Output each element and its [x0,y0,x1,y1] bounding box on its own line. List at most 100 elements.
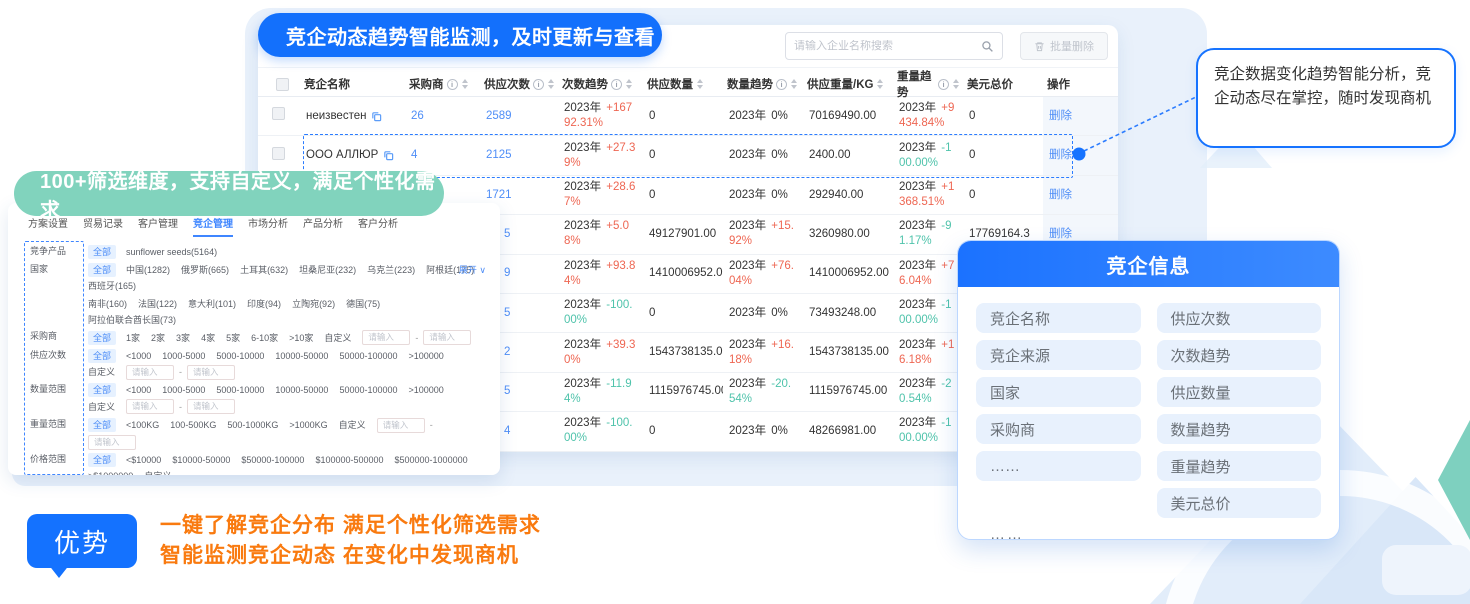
filter-option[interactable]: 2家 [151,331,165,345]
filter-chip-all[interactable]: 全部 [88,383,116,397]
search-icon[interactable] [981,40,994,53]
delete-link[interactable]: 删除 [1049,109,1072,124]
info-icon[interactable]: i [776,79,787,90]
filter-option[interactable]: 10000-50000 [275,349,328,363]
filter-option[interactable]: 立陶宛(92) [292,297,335,311]
filter-option[interactable]: 1000-5000 [162,349,205,363]
filter-option[interactable]: 自定义 [144,469,171,475]
range-input[interactable]: 请输入 [423,330,471,345]
filter-option[interactable]: 5000-10000 [216,383,264,397]
filter-option[interactable]: >100000 [409,349,444,363]
filter-row: 采购商全部1家2家3家4家5家6-10家>10家自定义请输入-请输入 [20,330,488,345]
filter-option[interactable]: 1家 [126,331,140,345]
filter-option[interactable]: 坦桑尼亚(232) [299,263,356,277]
filter-option[interactable]: sunflower seeds(5164) [126,245,217,259]
filter-option[interactable]: 西班牙(165) [88,279,136,293]
cell-qty-trend: 2023年 -20.54% [723,377,803,407]
filter-option[interactable]: $500000-1000000 [395,453,468,467]
filter-option[interactable]: $50000-100000 [241,453,304,467]
filter-option[interactable]: 自定义 [88,400,115,414]
filter-option[interactable]: 100-500KG [170,418,216,432]
filter-option[interactable]: <$10000 [126,453,161,467]
filter-option[interactable]: >100000 [409,383,444,397]
filter-option[interactable]: >1000KG [289,418,327,432]
filter-option[interactable]: 德国(75) [346,297,380,311]
filter-option[interactable]: 3家 [176,331,190,345]
info-fields-left: 竞企名称竞企来源国家采购商…… [976,303,1141,518]
search-input[interactable] [786,40,981,52]
row-checkbox[interactable] [272,147,285,160]
range-input[interactable]: 请输入 [187,365,235,380]
cell-count-trend: 2023年 +5.08% [558,219,643,249]
info-icon[interactable]: i [447,79,458,90]
filter-option[interactable]: 5家 [226,331,240,345]
filter-row: 竞争产品全部sunflower seeds(5164) [20,245,488,259]
sort-icon[interactable] [697,79,703,89]
filter-option[interactable]: 中国(1282) [126,263,170,277]
filter-option[interactable]: 印度(94) [247,297,281,311]
filter-option[interactable]: >$1000000 [88,469,133,475]
filter-chip-all[interactable]: 全部 [88,453,116,467]
filter-option[interactable]: 1000-5000 [162,383,205,397]
filter-option[interactable]: 5000-10000 [216,349,264,363]
filter-option[interactable]: 6-10家 [251,331,278,345]
filter-option[interactable]: <1000 [126,383,151,397]
cell-supply-weight: 70169490.00 [803,109,893,124]
filter-option[interactable]: 自定义 [324,331,351,345]
filter-option[interactable]: $10000-50000 [172,453,230,467]
filter-option[interactable]: 500-1000KG [227,418,278,432]
batch-delete-button[interactable]: 批量删除 [1020,32,1108,60]
filter-chip-all[interactable]: 全部 [88,331,116,345]
filter-option[interactable]: 阿拉伯联合酋长国(73) [88,313,176,327]
row-checkbox[interactable] [272,107,285,120]
filter-option[interactable]: >10家 [289,331,313,345]
trend-year: 2023年 [729,425,769,437]
sort-icon[interactable] [548,79,554,89]
filter-chip-all[interactable]: 全部 [88,245,116,259]
filter-option[interactable]: 10000-50000 [275,383,328,397]
cell-supply-qty: 1543738135.00 [643,345,723,360]
cell-supply-count[interactable]: 2589 [480,109,558,124]
info-icon[interactable]: i [611,79,622,90]
range-input[interactable]: 请输入 [187,399,235,414]
info-icon[interactable]: i [938,79,949,90]
sort-icon[interactable] [953,79,959,89]
filter-option[interactable]: 乌克兰(223) [367,263,415,277]
filter-option[interactable]: 50000-100000 [339,349,397,363]
range-input[interactable]: 请输入 [126,399,174,414]
cell-supply-qty: 0 [643,424,723,439]
sort-icon[interactable] [626,79,632,89]
filter-option[interactable]: $100000-500000 [315,453,383,467]
filter-chip-all[interactable]: 全部 [88,418,116,432]
delete-link[interactable]: 删除 [1049,188,1072,203]
filter-option[interactable]: 自定义 [339,418,366,432]
select-all-checkbox[interactable] [276,78,289,91]
filter-option[interactable]: 南非(160) [88,297,127,311]
column-header-竞企名称: 竞企名称 [300,76,405,92]
filter-option[interactable]: 法国(122) [138,297,177,311]
cell-supply-count[interactable]: 1721 [480,188,558,203]
filter-option[interactable]: 土耳其(632) [240,263,288,277]
trend-year: 2023年 [564,299,604,311]
sort-icon[interactable] [877,79,883,89]
filter-option[interactable]: 50000-100000 [339,383,397,397]
filter-option[interactable]: <100KG [126,418,159,432]
sort-icon[interactable] [462,79,468,89]
filter-chip-all[interactable]: 全部 [88,263,116,277]
copy-icon[interactable] [371,111,382,122]
filter-chip-all[interactable]: 全部 [88,349,116,363]
filter-option[interactable]: 4家 [201,331,215,345]
range-input[interactable]: 请输入 [126,365,174,380]
range-input[interactable]: 请输入 [88,435,136,450]
sort-icon[interactable] [791,79,797,89]
expand-link[interactable]: 展开 ∨ [459,263,486,276]
info-icon[interactable]: i [533,79,544,90]
trend-year: 2023年 [899,260,939,272]
cell-buyer-count[interactable]: 26 [405,109,480,124]
filter-option[interactable]: 意大利(101) [188,297,236,311]
filter-option[interactable]: 俄罗斯(665) [181,263,229,277]
filter-option[interactable]: <1000 [126,349,151,363]
range-input[interactable]: 请输入 [362,330,410,345]
filter-option[interactable]: 自定义 [88,365,115,379]
range-input[interactable]: 请输入 [377,418,425,433]
